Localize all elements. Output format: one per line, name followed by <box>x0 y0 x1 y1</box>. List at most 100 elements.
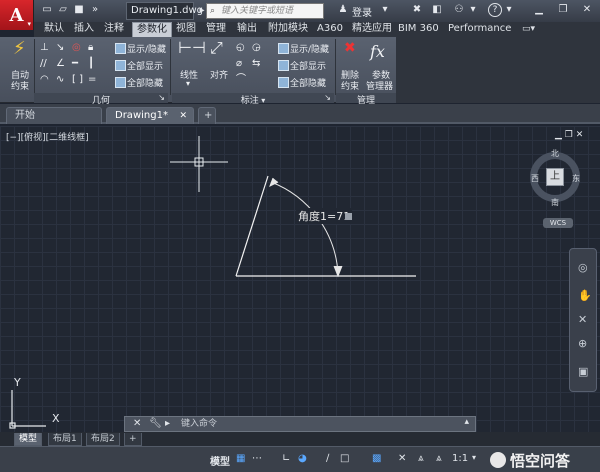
new-file-icon[interactable]: ▭ <box>40 3 54 17</box>
connect-icon[interactable]: ⚇ <box>452 3 466 17</box>
fix-constraint-icon[interactable]: 🔒︎ <box>88 43 93 53</box>
equal-constraint-icon[interactable]: = <box>88 75 96 85</box>
tab-drawing1[interactable]: Drawing1* ✕ <box>106 107 194 124</box>
coincident-constraint-icon[interactable]: ⊥ <box>40 43 49 53</box>
viewport-minimize-icon[interactable]: ▁ <box>555 130 565 140</box>
help-icon[interactable]: ? <box>488 3 502 17</box>
dialog-launcher-icon[interactable]: ↘ <box>324 93 331 102</box>
pan-icon[interactable]: ✋ <box>578 289 592 302</box>
close-icon[interactable]: ✕ <box>580 3 594 17</box>
object-snap-icon[interactable]: □ <box>340 453 349 464</box>
smooth-constraint-icon[interactable]: ∿ <box>56 75 64 85</box>
horizontal-constraint-icon[interactable]: ━ <box>72 59 78 69</box>
angular-dimension-arc[interactable] <box>269 177 343 278</box>
chevron-down-icon[interactable]: ▾ <box>472 453 476 462</box>
viewcube-top-face[interactable]: 上 <box>546 168 564 186</box>
dialog-launcher-icon[interactable]: ↘ <box>158 93 165 102</box>
polar-tracking-icon[interactable]: ◕ <box>298 453 307 464</box>
tab-addins[interactable]: 附加模块 <box>268 22 308 37</box>
aligned-dimension-icon[interactable]: ⤢ <box>210 40 223 56</box>
tab-default[interactable]: 默认 <box>44 22 64 37</box>
tab-model[interactable]: 模型 <box>14 433 43 446</box>
showmotion-icon[interactable]: ▣ <box>578 365 588 378</box>
vertical-constraint-icon[interactable]: ┃ <box>88 59 94 69</box>
annotation-autoscale-icon[interactable]: ⩓ <box>436 453 442 464</box>
grid-icon[interactable]: ▦ <box>236 453 245 464</box>
parameters-manager-icon[interactable]: fx <box>370 42 385 61</box>
parallel-constraint-icon[interactable]: // <box>40 59 47 69</box>
tab-manage[interactable]: 管理 <box>206 22 226 37</box>
delete-constraints-label-2[interactable]: 约束 <box>341 79 359 92</box>
tangent-constraint-icon[interactable]: ◠ <box>40 75 49 85</box>
compass-north[interactable]: 北 <box>551 148 559 159</box>
angular-dimension-icon[interactable]: ◵ <box>236 43 245 53</box>
aligned-dimension-label[interactable]: 对齐 <box>210 68 228 81</box>
radius-dimension-icon[interactable]: ◶ <box>252 43 261 53</box>
tab-bim360[interactable]: BIM 360 <box>398 22 439 37</box>
manage-panel-title[interactable]: 管理 <box>336 93 396 106</box>
geometric-panel-title[interactable]: 几何 ↘ <box>34 93 168 106</box>
auto-constrain-label-2[interactable]: 约束 <box>11 79 29 92</box>
customize-icon[interactable]: 🔧︎ <box>149 418 162 429</box>
dimensional-panel-title[interactable]: 标注 ▾ ↘ <box>172 93 334 106</box>
chevron-down-icon[interactable]: ▾ <box>466 3 480 17</box>
annotation-scale-icon[interactable]: ⩓ <box>418 453 424 464</box>
search-input[interactable]: ⌕ 键入关键字或短语 <box>206 3 324 19</box>
tab-start[interactable]: 开始 <box>6 107 102 124</box>
dimension-hide-all-button[interactable]: 全部隐藏 <box>278 76 326 89</box>
arc-dimension-icon[interactable]: ⌒ <box>236 75 246 85</box>
chevron-up-icon[interactable]: ▴ <box>464 417 469 427</box>
command-input[interactable]: 键入命令 <box>181 417 217 431</box>
save-icon[interactable]: ■ <box>72 3 86 17</box>
angle-dimension-label[interactable]: 角度1=71 <box>296 208 353 224</box>
close-tab-icon[interactable]: ✕ <box>179 108 187 124</box>
tab-insert[interactable]: 插入 <box>74 22 94 37</box>
quick-access-more-icon[interactable]: » <box>88 3 102 17</box>
wcs-menu[interactable]: WCS <box>543 218 573 228</box>
close-command-line-icon[interactable]: ✕ <box>133 418 141 429</box>
tab-a360[interactable]: A360 <box>317 22 343 37</box>
geometric-show-all-button[interactable]: 全部显示 <box>115 59 163 72</box>
drawn-lines[interactable] <box>235 175 416 277</box>
dimension-show-hide-button[interactable]: 显示/隐藏 <box>278 42 329 55</box>
user-icon[interactable]: ♟ <box>336 3 350 17</box>
concentric-constraint-icon[interactable]: ◎ <box>72 43 81 53</box>
tab-featured-apps[interactable]: 精选应用 <box>352 22 392 37</box>
tab-performance[interactable]: Performance <box>448 22 511 37</box>
ortho-icon[interactable]: ∟ <box>282 453 290 464</box>
minimize-icon[interactable]: ▁ <box>532 3 546 17</box>
cart-icon[interactable]: ◧ <box>430 3 444 17</box>
snap-icon[interactable]: ⋯ <box>252 453 262 464</box>
viewport-restore-icon[interactable]: ❐ <box>565 130 576 140</box>
delete-constraints-icon[interactable]: ✖ <box>344 41 356 55</box>
tab-output[interactable]: 输出 <box>237 22 257 37</box>
model-space-button[interactable]: 模型 <box>210 453 230 468</box>
tab-parametric[interactable]: 参数化 <box>132 22 172 37</box>
lock-icon[interactable] <box>345 213 352 220</box>
chevron-down-icon[interactable]: ▾ <box>502 3 516 17</box>
tab-annotate[interactable]: 注释 <box>104 22 124 37</box>
exchange-icon[interactable]: ✖ <box>410 3 424 17</box>
geometric-hide-all-button[interactable]: 全部隐藏 <box>115 76 163 89</box>
symmetric-constraint-icon[interactable]: [ ] <box>72 75 83 85</box>
chevron-down-icon[interactable]: ▾ <box>186 79 190 89</box>
viewport-close-icon[interactable]: ✕ <box>576 130 584 140</box>
login-button[interactable]: 登录 <box>352 4 372 19</box>
compass-west[interactable]: 西 <box>531 173 539 184</box>
open-file-icon[interactable]: ▱ <box>56 3 70 17</box>
recent-commands-icon[interactable]: ▸ <box>165 418 170 429</box>
diameter-dimension-icon[interactable]: ⌀ <box>236 59 242 69</box>
perpendicular-constraint-icon[interactable]: ∠ <box>56 59 65 69</box>
application-menu-button[interactable]: A ▾ <box>0 0 34 30</box>
tab-layout2[interactable]: 布局2 <box>86 433 120 446</box>
ribbon-options-icon[interactable]: ▭▾ <box>522 22 535 37</box>
workspace-icon[interactable]: ✕ <box>398 453 406 464</box>
new-layout-button[interactable]: + <box>124 433 142 446</box>
drawing-area[interactable]: 角度1=71 Y X 上 北 南 西 东 <box>0 126 600 432</box>
collinear-constraint-icon[interactable]: ↘ <box>56 43 64 53</box>
annotation-visibility-icon[interactable]: ▩ <box>372 453 381 464</box>
compass-south[interactable]: 南 <box>551 197 559 208</box>
scale-value[interactable]: 1:1 <box>452 453 468 464</box>
orbit-icon[interactable]: ⊕ <box>578 337 587 350</box>
compass-east[interactable]: 东 <box>572 173 580 184</box>
